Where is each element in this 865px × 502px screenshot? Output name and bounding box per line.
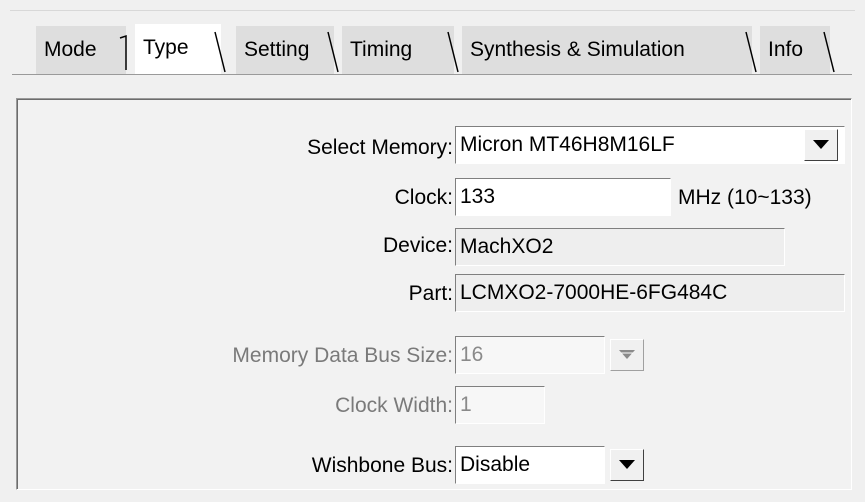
- memory-data-bus-size-dropdown: 16: [455, 336, 605, 374]
- select-memory-dropdown-button[interactable]: [804, 129, 838, 161]
- tab-separator-icon: [823, 31, 835, 73]
- tab-info[interactable]: Info: [760, 26, 835, 74]
- part-label: Part:: [408, 282, 453, 305]
- part-value: LCMXO2-7000HE-6FG484C: [460, 281, 728, 304]
- device-label: Device:: [382, 234, 453, 257]
- wishbone-bus-label: Wishbone Bus:: [311, 454, 453, 477]
- clock-width-label: Clock Width:: [335, 394, 453, 417]
- tab-type-label: Type: [143, 36, 189, 59]
- tab-type[interactable]: Type: [135, 24, 226, 74]
- clock-width-field: 1: [455, 386, 545, 424]
- tab-separator-icon: [214, 31, 226, 73]
- select-memory-label: Select Memory:: [307, 136, 453, 159]
- tab-timing-label: Timing: [350, 38, 413, 61]
- tab-baseline: [12, 74, 852, 75]
- memory-data-bus-size-value: 16: [460, 343, 484, 366]
- clock-label: Clock:: [394, 186, 453, 209]
- clock-width-value: 1: [460, 393, 472, 416]
- clock-value: 133: [460, 185, 496, 208]
- wishbone-bus-dropdown-button[interactable]: [610, 449, 644, 481]
- device-value: MachXO2: [460, 235, 554, 258]
- chevron-down-icon: [619, 460, 635, 469]
- select-memory-value: Micron MT46H8M16LF: [460, 133, 675, 156]
- wishbone-bus-dropdown[interactable]: Disable: [455, 446, 605, 484]
- select-memory-dropdown[interactable]: Micron MT46H8M16LF: [455, 126, 845, 164]
- device-field: MachXO2: [455, 228, 785, 266]
- tab-setting-label: Setting: [244, 38, 310, 61]
- tab-mode[interactable]: Mode: [36, 26, 127, 74]
- tab-timing[interactable]: Timing: [342, 26, 459, 74]
- tab-synthesis-simulation-label: Synthesis & Simulation: [470, 38, 685, 61]
- tab-separator-icon: [119, 34, 127, 70]
- tab-info-label: Info: [768, 38, 804, 61]
- wishbone-bus-value: Disable: [460, 453, 531, 476]
- tab-setting[interactable]: Setting: [236, 26, 339, 74]
- tab-synthesis-simulation[interactable]: Synthesis & Simulation: [462, 26, 757, 74]
- tab-separator-icon: [447, 31, 459, 73]
- part-field: LCMXO2-7000HE-6FG484C: [455, 274, 845, 312]
- memory-data-bus-size-label: Memory Data Bus Size:: [232, 344, 453, 367]
- tab-separator-icon: [745, 31, 757, 73]
- clock-unit-label: MHz (10~133): [678, 186, 812, 209]
- chevron-down-icon: [813, 140, 829, 149]
- tab-mode-label: Mode: [44, 38, 97, 61]
- memory-data-bus-size-dropdown-button: [610, 339, 644, 371]
- tab-separator-icon: [327, 31, 339, 73]
- chevron-down-icon: [619, 350, 635, 359]
- clock-input[interactable]: 133: [455, 178, 671, 216]
